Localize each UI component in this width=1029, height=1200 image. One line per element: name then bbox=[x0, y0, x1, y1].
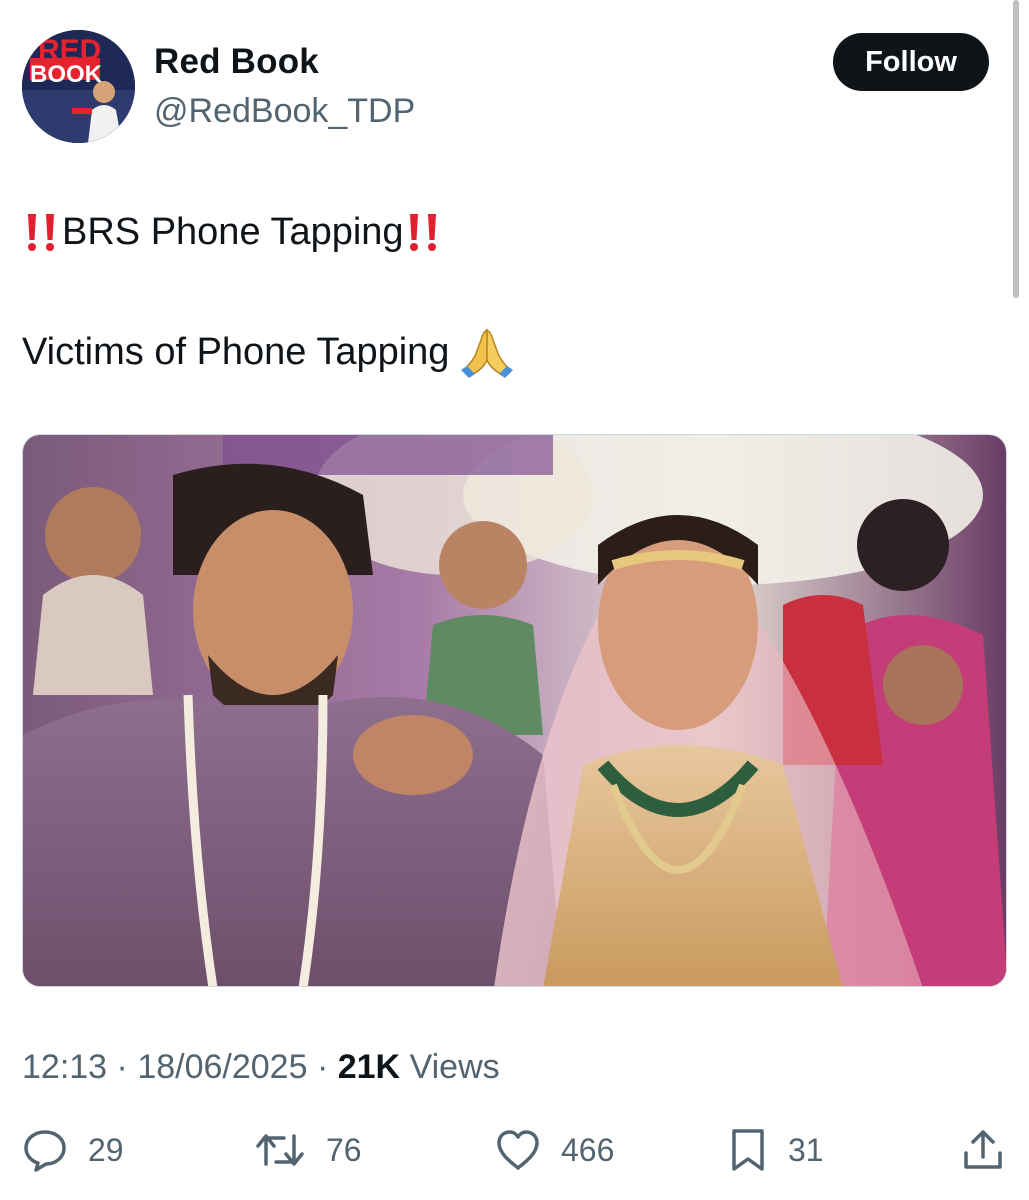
post-date[interactable]: 18/06/2025 bbox=[137, 1048, 307, 1086]
views-label: Views bbox=[409, 1048, 500, 1086]
praying-hands-icon bbox=[461, 328, 514, 378]
reply-icon bbox=[24, 1130, 66, 1172]
follow-button[interactable]: Follow bbox=[833, 33, 989, 91]
post-image[interactable] bbox=[22, 434, 1007, 987]
meta-separator: · bbox=[316, 1048, 329, 1086]
bookmark-button[interactable]: 31 bbox=[728, 1128, 824, 1172]
svg-text:BOOK: BOOK bbox=[30, 61, 103, 88]
repost-icon bbox=[256, 1134, 304, 1166]
double-exclamation-icon bbox=[409, 214, 436, 251]
scrollbar[interactable] bbox=[1013, 0, 1019, 298]
like-icon bbox=[497, 1130, 539, 1170]
reply-button[interactable]: 29 bbox=[22, 1128, 124, 1172]
views-count: 21K bbox=[337, 1048, 401, 1086]
post-text-line-2: Victims of Phone Tapping bbox=[22, 326, 515, 378]
author-name[interactable]: Red Book bbox=[154, 42, 319, 82]
bookmark-count: 31 bbox=[788, 1131, 824, 1168]
like-count: 466 bbox=[561, 1131, 615, 1168]
double-exclamation-icon bbox=[28, 214, 54, 251]
author-handle[interactable]: @RedBook_TDP bbox=[154, 92, 415, 131]
avatar-image: RED BOOK bbox=[22, 30, 135, 143]
repost-button[interactable]: 76 bbox=[254, 1128, 362, 1172]
bookmark-icon bbox=[732, 1129, 764, 1171]
post-time[interactable]: 12:13 bbox=[22, 1048, 107, 1086]
like-button[interactable]: 466 bbox=[495, 1128, 614, 1172]
reply-count: 29 bbox=[88, 1131, 124, 1168]
post-text-line-1: BRS Phone Tapping bbox=[22, 210, 444, 254]
wedding-photo bbox=[23, 435, 1006, 986]
post-headline: BRS Phone Tapping bbox=[62, 210, 404, 253]
post-meta: 12:13 · 18/06/2025 · 21K Views bbox=[22, 1048, 500, 1087]
repost-count: 76 bbox=[326, 1131, 362, 1168]
meta-separator: · bbox=[116, 1048, 128, 1086]
author-avatar[interactable]: RED BOOK bbox=[22, 30, 135, 143]
share-icon bbox=[964, 1130, 1002, 1169]
post-subline: Victims of Phone Tapping bbox=[22, 330, 450, 373]
share-button[interactable] bbox=[960, 1128, 1006, 1172]
